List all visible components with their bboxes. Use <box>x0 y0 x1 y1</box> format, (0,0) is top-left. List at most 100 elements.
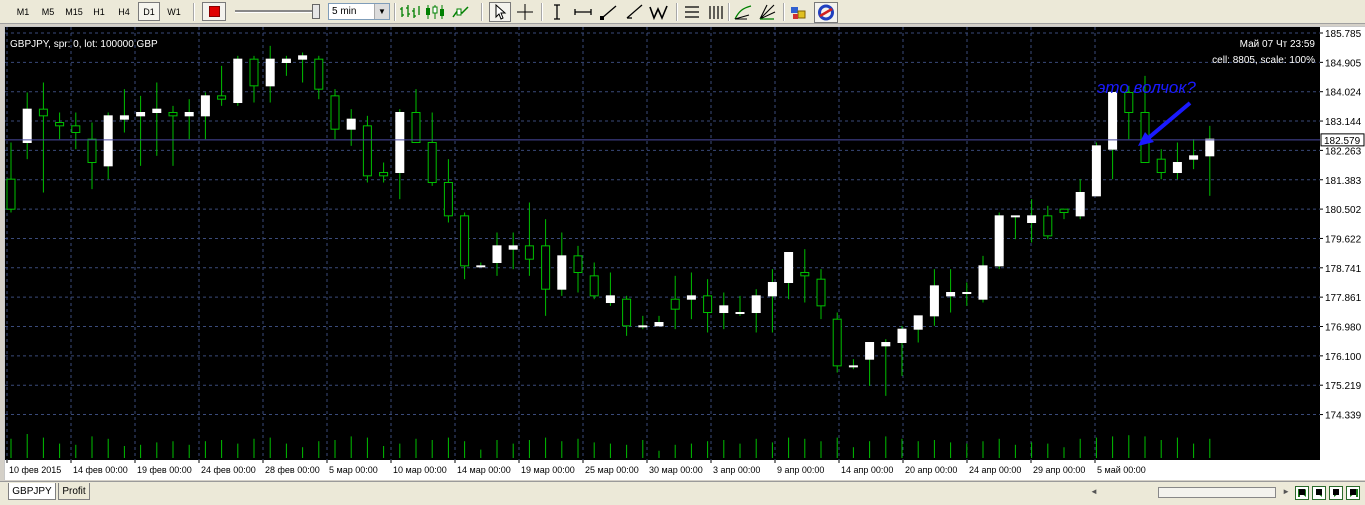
candle-body <box>913 315 923 330</box>
stop-icon <box>208 6 220 17</box>
x-tick-label: 5 мар 00:00 <box>329 465 378 475</box>
cursor-icon[interactable] <box>489 2 511 22</box>
candle-body <box>1027 215 1037 224</box>
candle <box>832 312 842 373</box>
candlestick-chart[interactable]: 185.785 184.905 184.024 183.144 182.263 181.3… <box>4 26 1365 480</box>
chart-area[interactable]: 185.785 184.905 184.024 183.144 182.263 181.3… <box>4 26 1365 480</box>
indicators-icon[interactable] <box>814 2 838 23</box>
current-price-text: 182.579 <box>1324 136 1361 147</box>
y-tick-label: 183.144 <box>1325 117 1362 128</box>
candle-body <box>1172 162 1182 174</box>
candle-body <box>492 245 502 264</box>
candle-body <box>735 312 745 315</box>
chevron-down-icon[interactable]: ▼ <box>374 4 389 19</box>
y-tick-label: 180.502 <box>1325 205 1362 216</box>
timeframe-m1-button[interactable]: M1 <box>12 2 34 21</box>
chart-type-candles-icon[interactable] <box>424 4 446 20</box>
candle-body <box>346 118 356 130</box>
templates-icon[interactable] <box>789 3 809 21</box>
scroll-left-icon[interactable]: ◄ <box>1090 487 1098 496</box>
y-tick-label: 176.100 <box>1325 352 1362 363</box>
candle-body <box>1059 208 1069 214</box>
x-tick-label: 25 мар 00:00 <box>585 465 639 475</box>
candle-body <box>87 138 97 164</box>
text-label-icon[interactable] <box>648 3 670 21</box>
candle-body <box>249 58 259 87</box>
candle-body <box>508 245 518 250</box>
horizontal-scrollbar[interactable]: ◄ ► <box>1090 487 1290 499</box>
candle-body <box>897 328 907 344</box>
timeframe-h4-button[interactable]: H4 <box>113 2 135 21</box>
timeframe-m15-button[interactable]: M15 <box>61 2 87 21</box>
x-tick-label: 24 апр 00:00 <box>969 465 1021 475</box>
candle-body <box>784 252 794 284</box>
channel-icon[interactable] <box>682 3 702 21</box>
ray-icon[interactable] <box>624 3 644 21</box>
tab-profit[interactable]: Profit <box>58 483 90 500</box>
slider-thumb[interactable] <box>312 4 320 19</box>
gann-fan-icon[interactable] <box>757 3 777 21</box>
candle-body <box>816 278 826 307</box>
nav-prev-icon[interactable] <box>1312 486 1326 500</box>
candle-body <box>6 178 16 210</box>
date-info: Май 07 Чт 23:59 <box>1240 39 1316 50</box>
x-tick-label: 9 апр 00:00 <box>777 465 824 475</box>
scale-info: cell: 8805, scale: 100% <box>1212 55 1315 66</box>
candle-body <box>751 295 761 314</box>
y-tick-label: 182.263 <box>1325 146 1362 157</box>
horizontal-line-icon[interactable] <box>573 3 593 21</box>
candle-body <box>638 325 648 328</box>
candle-body <box>1189 155 1199 160</box>
scrollbar-thumb[interactable] <box>1158 487 1276 498</box>
nav-next-icon[interactable] <box>1329 486 1343 500</box>
candle-body <box>281 58 291 64</box>
candle-body <box>379 172 389 177</box>
x-tick-label: 14 мар 00:00 <box>457 465 511 475</box>
candle-body <box>395 112 405 174</box>
speed-slider[interactable] <box>233 3 321 19</box>
x-tick-label: 19 фев 00:00 <box>137 465 192 475</box>
toolbar-separator <box>193 3 195 21</box>
timeframe-h1-button[interactable]: H1 <box>88 2 110 21</box>
candle-body <box>184 112 194 117</box>
trendline-icon[interactable] <box>599 3 619 21</box>
candle-body <box>314 58 324 90</box>
candle <box>233 55 243 106</box>
x-tick-label: 24 фев 00:00 <box>201 465 256 475</box>
fibo-fan-icon[interactable] <box>733 3 753 21</box>
nav-last-icon[interactable] <box>1346 486 1360 500</box>
scroll-right-icon[interactable]: ► <box>1282 487 1290 496</box>
tab-gbpjpy[interactable]: GBPJPY <box>8 483 56 500</box>
candle-body <box>865 342 875 360</box>
chart-type-line-icon[interactable] <box>451 4 471 20</box>
timeframe-w1-button[interactable]: W1 <box>163 2 185 21</box>
x-tick-label: 3 апр 00:00 <box>713 465 760 475</box>
timeframe-m5-button[interactable]: M5 <box>37 2 59 21</box>
candle-body <box>362 125 372 177</box>
chart-type-bars-icon[interactable] <box>399 4 421 20</box>
candle-body <box>1043 215 1053 237</box>
candle-body <box>800 272 810 277</box>
x-tick-label: 14 фев 00:00 <box>73 465 128 475</box>
toolbar-separator <box>783 3 785 21</box>
candle-body <box>200 95 210 117</box>
candle-body <box>719 305 729 314</box>
y-tick-label: 181.383 <box>1325 176 1362 187</box>
candle-body <box>476 265 486 268</box>
candle-body <box>557 255 567 290</box>
y-tick-label: 176.980 <box>1325 323 1362 334</box>
nav-first-icon[interactable] <box>1295 486 1309 500</box>
candle-body <box>1108 92 1118 150</box>
interval-select[interactable]: 5 min ▼ <box>328 3 390 20</box>
candle-body <box>1091 145 1101 197</box>
candle-body <box>946 292 956 297</box>
x-tick-label: 29 апр 00:00 <box>1033 465 1085 475</box>
candle-body <box>589 275 599 297</box>
fibo-lines-icon[interactable] <box>706 3 726 21</box>
timeframe-d1-button[interactable]: D1 <box>138 2 160 21</box>
candle-body <box>55 122 65 127</box>
vertical-line-icon[interactable] <box>548 3 566 21</box>
candle <box>1091 142 1101 197</box>
crosshair-icon[interactable] <box>515 3 535 21</box>
stop-button[interactable] <box>202 2 226 21</box>
